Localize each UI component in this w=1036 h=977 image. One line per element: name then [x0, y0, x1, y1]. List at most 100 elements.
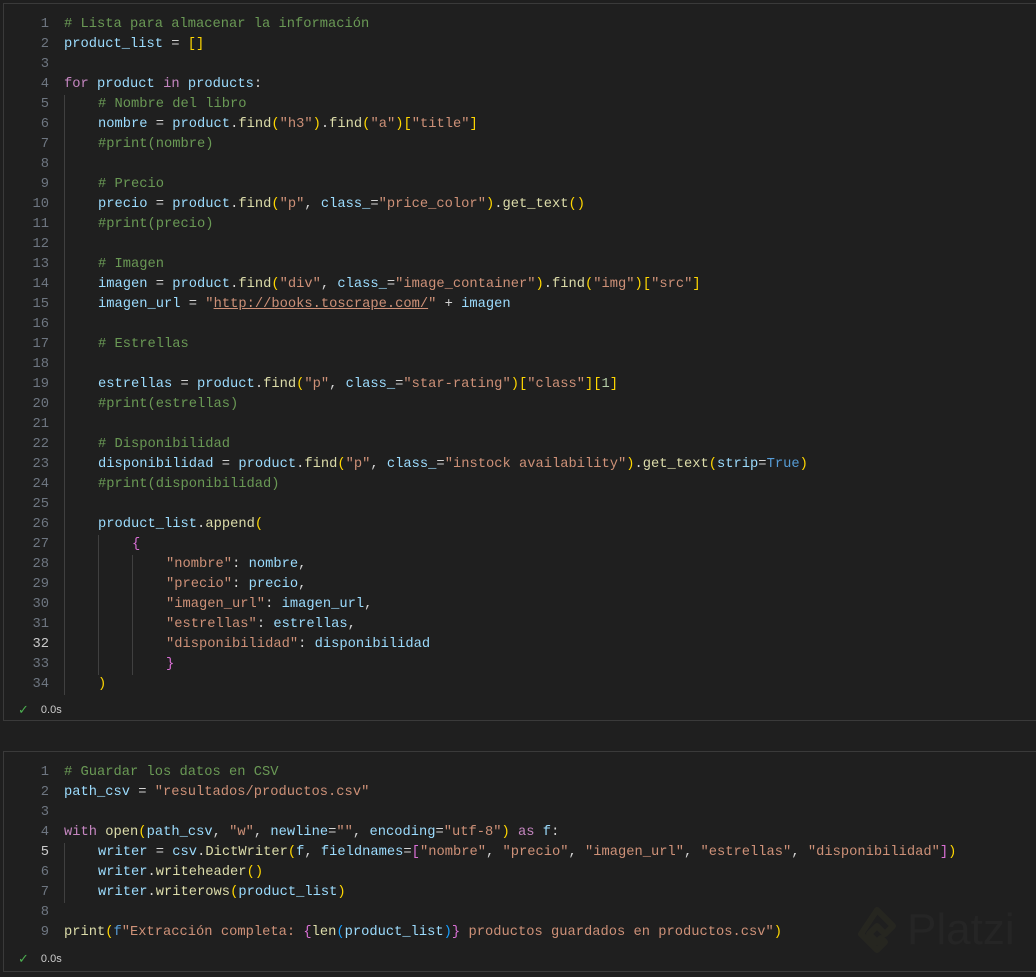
code-token: .	[634, 457, 643, 472]
code-line[interactable]: 22 # Disponibilidad	[4, 435, 1036, 455]
line-text: "estrellas": estrellas,	[64, 615, 356, 635]
code-token: ,	[352, 825, 370, 840]
code-token: ()	[246, 865, 264, 880]
code-token: "div"	[279, 277, 321, 292]
code-line[interactable]: 14 imagen = product.find("div", class_="…	[4, 275, 1036, 295]
code-token: }	[166, 657, 175, 672]
code-token: precio	[248, 577, 299, 592]
code-line[interactable]: 32 "disponibilidad": disponibilidad	[4, 635, 1036, 655]
code-line[interactable]: 17 # Estrellas	[4, 335, 1036, 355]
code-token: "	[205, 297, 214, 312]
code-token: newline	[270, 825, 329, 840]
code-line[interactable]: 5 writer = csv.DictWriter(f, fieldnames=…	[4, 843, 1036, 863]
code-line[interactable]: 9 # Precio	[4, 175, 1036, 195]
code-line[interactable]: 27 {	[4, 535, 1036, 555]
line-number: 20	[32, 397, 49, 412]
code-line[interactable]: 19 estrellas = product.find("p", class_=…	[4, 375, 1036, 395]
indent-guide	[64, 863, 98, 883]
indent-guide	[64, 255, 98, 275]
line-number: 27	[32, 537, 49, 552]
line-number: 12	[32, 237, 49, 252]
code-token: nombre	[248, 557, 299, 572]
code-line[interactable]: 3	[4, 55, 1036, 75]
code-token: :	[551, 825, 560, 840]
code-token: # Lista para almacenar la información	[64, 17, 370, 32]
code-token: [	[411, 845, 420, 860]
code-line[interactable]: 30 "imagen_url": imagen_url,	[4, 595, 1036, 615]
code-line[interactable]: 2 product_list = []	[4, 35, 1036, 55]
indent-guide	[132, 575, 166, 595]
code-line[interactable]: 7 writer.writerows(product_list)	[4, 883, 1036, 903]
code-line[interactable]: 31 "estrellas": estrellas,	[4, 615, 1036, 635]
code-line[interactable]: 5 # Nombre del libro	[4, 95, 1036, 115]
code-token: []	[187, 37, 205, 52]
code-line[interactable]: 11 #print(precio)	[4, 215, 1036, 235]
code-editor[interactable]: 1 # Lista para almacenar la información 2 p…	[4, 15, 1036, 695]
line-number: 25	[32, 497, 49, 512]
code-line[interactable]: 20 #print(estrellas)	[4, 395, 1036, 415]
code-line[interactable]: 26 product_list.append(	[4, 515, 1036, 535]
code-token: :	[265, 597, 282, 612]
code-token: (	[336, 925, 345, 940]
code-token: (	[254, 517, 264, 532]
code-line[interactable]: 18	[4, 355, 1036, 375]
code-line[interactable]: 4 for product in products:	[4, 75, 1036, 95]
line-text: nombre = product.find("h3").find("a")["t…	[64, 115, 478, 135]
line-text: # Estrellas	[64, 335, 189, 355]
code-token: find	[238, 117, 272, 132]
code-line[interactable]: 13 # Imagen	[4, 255, 1036, 275]
code-token: writer	[98, 845, 148, 860]
line-number: 5	[40, 97, 49, 112]
code-line[interactable]: 2 path_csv = "resultados/productos.csv"	[4, 783, 1036, 803]
code-line[interactable]: 7 #print(nombre)	[4, 135, 1036, 155]
indent-guide	[98, 615, 132, 635]
code-line[interactable]: 6 nombre = product.find("h3").find("a")[…	[4, 115, 1036, 135]
code-line[interactable]: 29 "precio": precio,	[4, 575, 1036, 595]
line-number: 9	[40, 177, 49, 192]
code-line[interactable]: 34 )	[4, 675, 1036, 695]
code-token: (	[271, 277, 280, 292]
code-line[interactable]: 21	[4, 415, 1036, 435]
code-token: find	[238, 197, 272, 212]
code-token: find	[263, 377, 297, 392]
code-token: .	[254, 377, 264, 392]
code-line[interactable]: 15 imagen_url = "http://books.toscrape.c…	[4, 295, 1036, 315]
code-cell-1[interactable]: 1 # Lista para almacenar la información 2 p…	[3, 3, 1036, 721]
line-text: #print(precio)	[64, 215, 214, 235]
code-line[interactable]: 1 # Guardar los datos en CSV	[4, 763, 1036, 783]
code-line[interactable]: 10 precio = product.find("p", class_="pr…	[4, 195, 1036, 215]
code-token: find	[329, 117, 363, 132]
code-line[interactable]: 16	[4, 315, 1036, 335]
code-token: fieldnames	[320, 845, 404, 860]
code-token: # Disponibilidad	[98, 437, 231, 452]
code-token: }	[451, 925, 461, 940]
code-line[interactable]: 1 # Lista para almacenar la información	[4, 15, 1036, 35]
indent-guide	[64, 535, 98, 555]
indent-guide	[64, 555, 98, 575]
code-token: )	[510, 377, 519, 392]
indent-guide	[132, 615, 166, 635]
code-line[interactable]: 25	[4, 495, 1036, 515]
line-text: # Imagen	[64, 255, 164, 275]
indent-guide	[64, 295, 98, 315]
code-token: class_	[345, 377, 396, 392]
code-line[interactable]: 33 }	[4, 655, 1036, 675]
code-token: "nombre"	[419, 845, 486, 860]
code-line[interactable]: 4 with open(path_csv, "w", newline = "", en…	[4, 823, 1036, 843]
code-token: .	[543, 277, 552, 292]
code-token: "disponibilidad"	[166, 637, 299, 652]
code-token: [	[642, 277, 652, 292]
line-number: 7	[40, 885, 49, 900]
line-text: "precio": precio,	[64, 575, 306, 595]
code-line[interactable]: 28 "nombre": nombre,	[4, 555, 1036, 575]
code-line[interactable]: 8	[4, 155, 1036, 175]
code-line[interactable]: 6 writer.writeheader()	[4, 863, 1036, 883]
line-number: 8	[40, 157, 49, 172]
code-line[interactable]: 24 #print(disponibilidad)	[4, 475, 1036, 495]
line-number: 11	[32, 217, 49, 232]
code-token: csv	[172, 845, 198, 860]
code-token: ,	[304, 197, 321, 212]
code-line[interactable]: 12	[4, 235, 1036, 255]
code-line[interactable]: 23 disponibilidad = product.find("p", cl…	[4, 455, 1036, 475]
code-line[interactable]: 3	[4, 803, 1036, 823]
